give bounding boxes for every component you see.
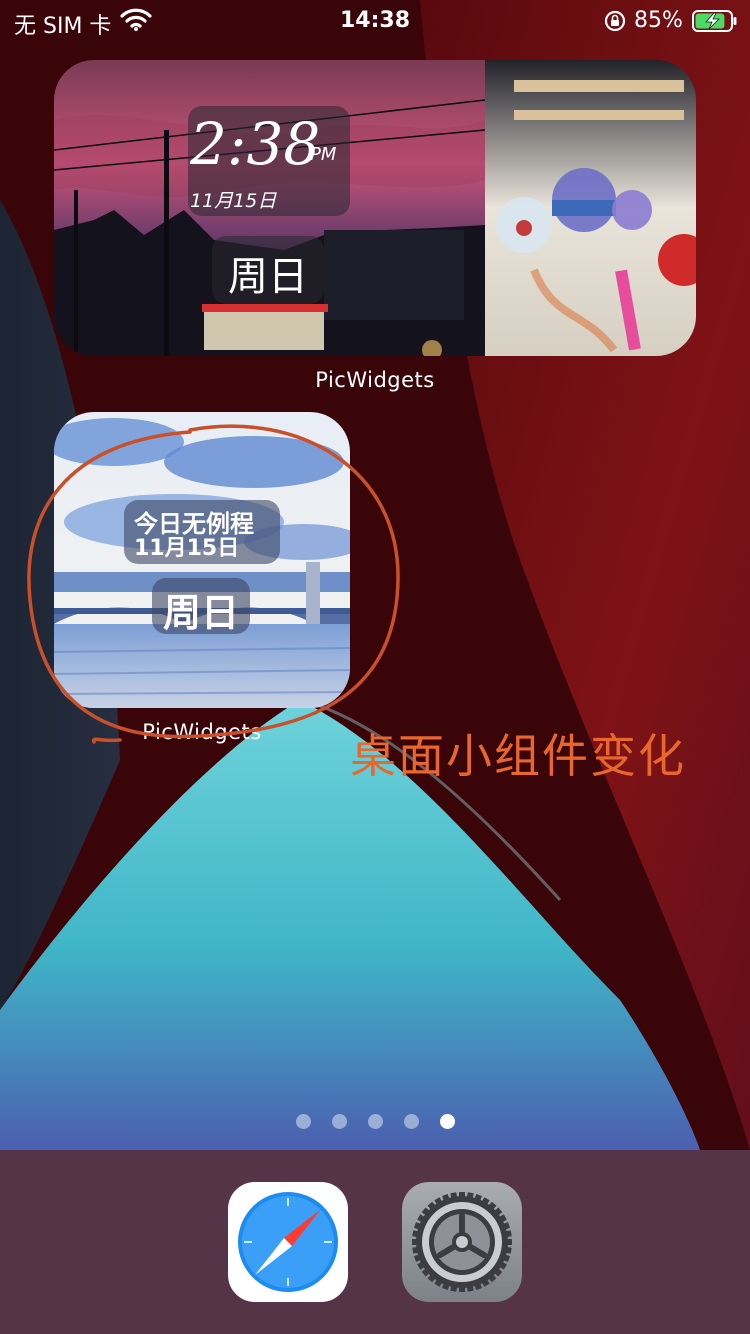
- page-dot[interactable]: [295, 1114, 311, 1129]
- annotation-circle: [27, 424, 400, 744]
- page-dot[interactable]: [331, 1114, 347, 1129]
- page-dot[interactable]: [439, 1114, 455, 1129]
- settings-gear-icon: [402, 1182, 522, 1302]
- dock: [0, 1150, 750, 1334]
- safari-app[interactable]: [228, 1182, 348, 1302]
- annotation-text: 桌面小组件变化: [350, 729, 686, 783]
- settings-app[interactable]: [402, 1182, 522, 1302]
- page-dot[interactable]: [367, 1114, 383, 1129]
- home-screen: 无 SIM 卡 14:38 85% 2:38 PM 11月15日 周日 PicW…: [0, 0, 750, 1334]
- page-dot[interactable]: [403, 1114, 419, 1129]
- page-indicator[interactable]: [0, 1114, 750, 1130]
- safari-icon: [228, 1182, 348, 1302]
